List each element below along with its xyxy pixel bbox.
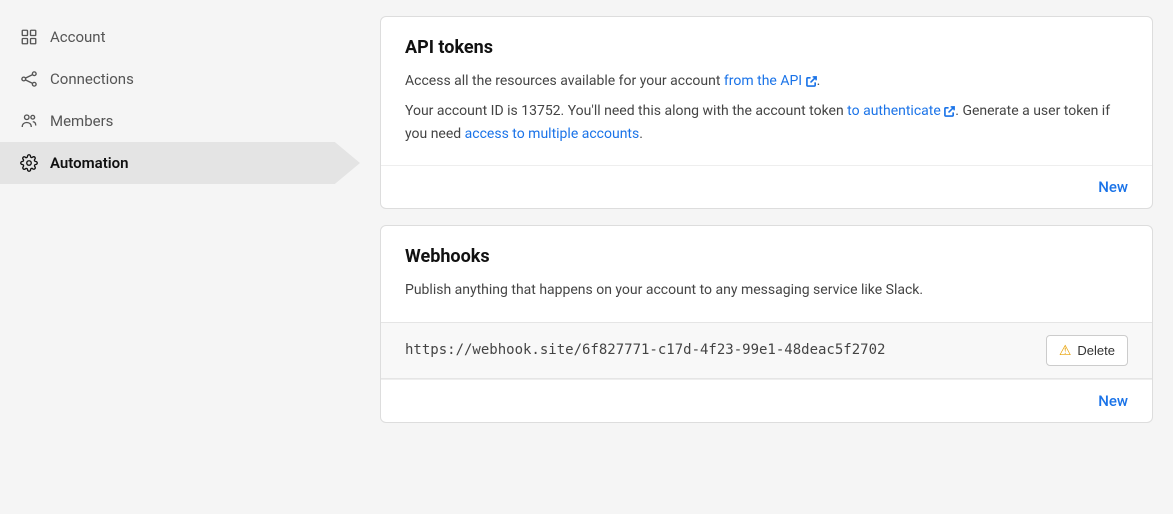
webhooks-desc: Publish anything that happens on your ac… [405, 279, 1128, 301]
multiple-accounts-link[interactable]: access to multiple accounts [465, 126, 640, 142]
api-tokens-footer: New [381, 165, 1152, 208]
connections-icon [20, 70, 38, 88]
api-tokens-desc1: Access all the resources available for y… [405, 70, 1128, 92]
webhooks-card: Webhooks Publish anything that happens o… [380, 225, 1153, 422]
delete-label: Delete [1077, 343, 1115, 358]
sidebar-item-automation[interactable]: Automation [0, 142, 360, 184]
api-tokens-desc1-prefix: Access all the resources available for y… [405, 73, 724, 89]
gear-icon [20, 154, 38, 172]
webhooks-new-button[interactable]: New [1098, 392, 1128, 410]
sidebar-item-account[interactable]: Account [0, 16, 360, 58]
desc2-suffix2: . [639, 126, 643, 142]
warning-icon: ⚠ [1059, 342, 1072, 359]
delete-button[interactable]: ⚠ Delete [1046, 335, 1128, 366]
sidebar-item-connections[interactable]: Connections [0, 58, 360, 100]
webhooks-footer: New [381, 379, 1152, 422]
main-content: API tokens Access all the resources avai… [360, 0, 1173, 514]
sidebar: Account Connections Members Automation [0, 0, 360, 514]
api-tokens-desc2: Your account ID is 13752. You'll need th… [405, 100, 1128, 145]
desc2-prefix: Your account ID is 13752. You'll need th… [405, 103, 847, 119]
webhooks-body: Webhooks Publish anything that happens o… [381, 226, 1152, 321]
from-api-link[interactable]: from the API [724, 73, 817, 89]
grid-icon [20, 28, 38, 46]
api-tokens-new-button[interactable]: New [1098, 178, 1128, 196]
api-tokens-card: API tokens Access all the resources avai… [380, 16, 1153, 209]
api-tokens-title: API tokens [405, 37, 1128, 58]
members-icon [20, 112, 38, 130]
sidebar-members-label: Members [50, 112, 113, 130]
sidebar-item-members[interactable]: Members [0, 100, 360, 142]
authenticate-link[interactable]: to authenticate [847, 103, 955, 119]
webhook-row: https://webhook.site/6f827771-c17d-4f23-… [381, 322, 1152, 379]
sidebar-connections-label: Connections [50, 70, 134, 88]
api-tokens-desc1-suffix: . [817, 73, 821, 89]
api-tokens-body: API tokens Access all the resources avai… [381, 17, 1152, 165]
sidebar-account-label: Account [50, 28, 106, 46]
sidebar-automation-label: Automation [50, 154, 129, 172]
webhooks-title: Webhooks [405, 246, 1128, 267]
webhook-url: https://webhook.site/6f827771-c17d-4f23-… [405, 342, 885, 358]
